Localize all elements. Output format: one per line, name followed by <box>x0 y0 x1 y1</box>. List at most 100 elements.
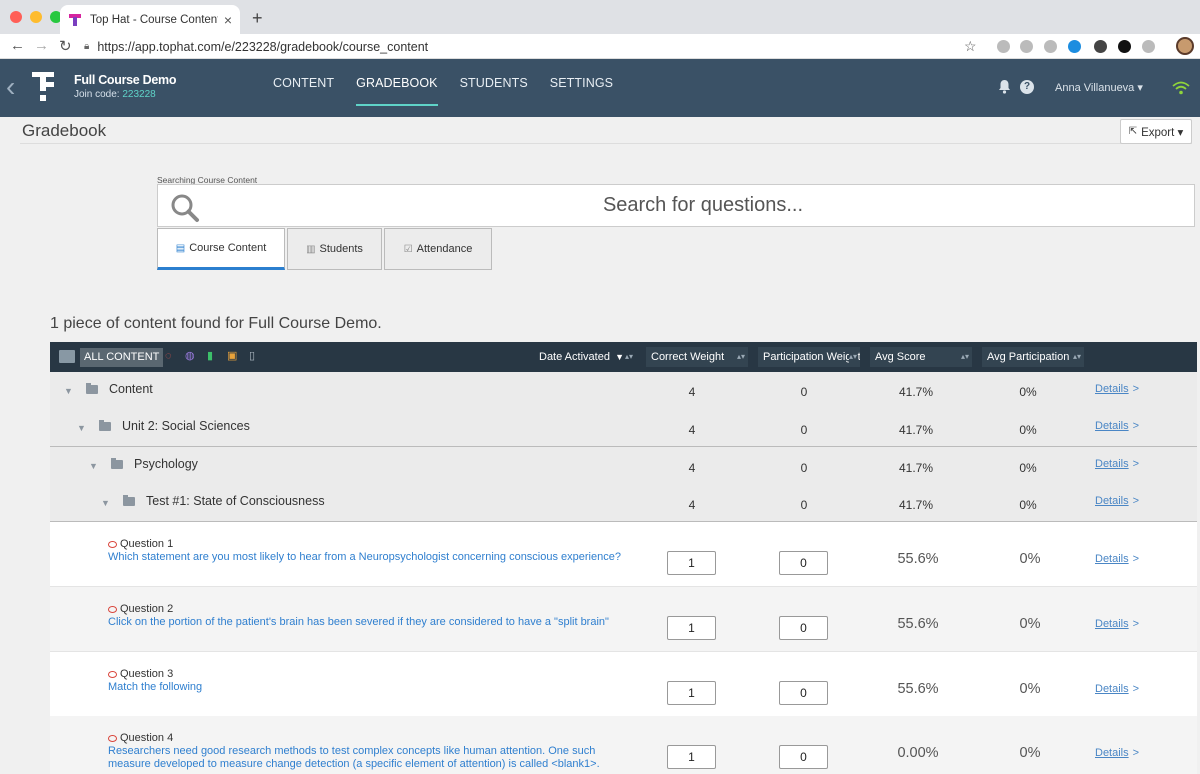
minimize-window-button[interactable] <box>30 11 42 23</box>
collapse-triangle-icon[interactable]: ▼ <box>101 498 110 508</box>
collapse-triangle-icon[interactable]: ▼ <box>64 386 73 396</box>
question-text-link[interactable]: Match the following <box>108 681 628 694</box>
extension-icon[interactable] <box>1044 40 1057 53</box>
collapse-triangle-icon[interactable]: ▼ <box>89 461 98 471</box>
export-button[interactable]: ⇱ Export ▾ <box>1120 119 1192 144</box>
nav-settings[interactable]: SETTINGS <box>550 76 613 106</box>
sort-icon: ▴▾ <box>848 347 857 367</box>
extension-icon[interactable] <box>1094 40 1107 53</box>
tab-label: Attendance <box>416 243 473 255</box>
join-label: Join code: <box>74 89 120 100</box>
participation-weight-input[interactable]: 0 <box>779 681 828 705</box>
column-avg-score[interactable]: Avg Score ▴▾ <box>870 347 972 367</box>
details-link[interactable]: Details > <box>1095 553 1139 565</box>
extension-icon[interactable] <box>1142 40 1155 53</box>
user-menu[interactable]: Anna Villanueva ▾ <box>1055 81 1143 94</box>
correct-weight-input[interactable]: 1 <box>667 616 716 640</box>
column-label: Date Activated <box>539 351 610 363</box>
profile-avatar[interactable] <box>1176 37 1194 55</box>
sort-icon: ▴▾ <box>624 352 633 361</box>
close-window-button[interactable] <box>10 11 22 23</box>
column-date-activated[interactable]: Date Activated ▼ ▴▾ <box>534 347 636 367</box>
tab-label: Course Content <box>189 242 267 254</box>
close-tab-icon[interactable]: × <box>224 12 232 28</box>
connection-status-icon <box>1172 81 1190 95</box>
details-link[interactable]: Details > <box>1095 383 1139 395</box>
group-name: Content <box>109 382 153 396</box>
avg-score: 0.00% <box>897 745 939 761</box>
chevron-right-icon: > <box>1132 683 1140 695</box>
all-content-filter-icon[interactable] <box>59 350 75 363</box>
tab-course-content[interactable]: ▤ Course Content <box>157 228 285 270</box>
question-filter-icon[interactable]: ◌ <box>165 351 177 362</box>
column-avg-participation[interactable]: Avg Participation ▴▾ <box>982 347 1084 367</box>
extension-icon[interactable] <box>997 40 1010 53</box>
details-label: Details <box>1095 618 1129 630</box>
folder-icon <box>99 420 111 431</box>
group-name: Unit 2: Social Sciences <box>122 419 250 433</box>
forward-arrow-icon[interactable]: → <box>34 37 49 54</box>
column-correct-weight[interactable]: Correct Weight ▴▾ <box>646 347 748 367</box>
tab-attendance[interactable]: ☑ Attendance <box>384 228 492 270</box>
details-link[interactable]: Details > <box>1095 495 1139 507</box>
details-link[interactable]: Details > <box>1095 683 1139 695</box>
question-text-link[interactable]: Which statement are you most likely to h… <box>108 551 628 564</box>
bookmark-filter-icon[interactable]: ▮ <box>207 351 219 362</box>
help-icon[interactable]: ? <box>1020 80 1034 94</box>
search-input[interactable] <box>218 185 1188 226</box>
avg-participation: 0% <box>1019 551 1041 567</box>
sort-icon: ▴▾ <box>960 352 969 361</box>
extension-icon[interactable] <box>1068 40 1081 53</box>
participation-weight: 0 <box>800 423 808 437</box>
discussion-filter-icon[interactable]: ◍ <box>185 351 197 362</box>
extension-icon[interactable] <box>1118 40 1131 53</box>
question-text-link[interactable]: Click on the portion of the patient's br… <box>108 616 628 629</box>
extension-icon[interactable] <box>1020 40 1033 53</box>
address-bar[interactable]: 🔒︎ https://app.tophat.com/e/223228/grade… <box>84 36 984 57</box>
correct-weight: 4 <box>688 498 696 512</box>
new-tab-button[interactable]: + <box>252 8 263 29</box>
table-row: Question 3 Match the following 1 0 55.6%… <box>50 652 1197 717</box>
back-arrow-icon[interactable]: ← <box>10 37 25 54</box>
details-link[interactable]: Details > <box>1095 747 1139 759</box>
question-bubble-icon <box>108 670 117 678</box>
all-content-filter[interactable]: ALL CONTENT <box>80 348 164 367</box>
collapse-triangle-icon[interactable]: ▼ <box>77 423 86 433</box>
participation-weight-input[interactable]: 0 <box>779 745 828 769</box>
participation-weight-input[interactable]: 0 <box>779 551 828 575</box>
avg-score: 41.7% <box>898 498 934 512</box>
nav-students[interactable]: STUDENTS <box>460 76 528 106</box>
details-label: Details <box>1095 458 1129 470</box>
nav-content[interactable]: CONTENT <box>273 76 334 106</box>
results-summary: 1 piece of content found for Full Course… <box>50 315 382 332</box>
avg-participation: 0% <box>1019 681 1041 697</box>
chevron-right-icon: > <box>1132 420 1140 432</box>
bookmark-star-icon[interactable]: ☆ <box>964 38 977 55</box>
table-row: ▼ Psychology 4 0 41.7% 0% Details > <box>50 447 1197 485</box>
details-link[interactable]: Details > <box>1095 618 1139 630</box>
participation-weight-input[interactable]: 0 <box>779 616 828 640</box>
column-label: Participation Weight <box>763 351 860 363</box>
back-chevron-icon[interactable]: ‹ <box>6 71 15 103</box>
avg-score: 41.7% <box>898 423 934 437</box>
details-label: Details <box>1095 383 1129 395</box>
participation-weight: 0 <box>800 498 808 512</box>
correct-weight-input[interactable]: 1 <box>667 681 716 705</box>
page-filter-icon[interactable]: ▯ <box>249 351 261 362</box>
browser-tab[interactable]: Top Hat - Course Content Grad × <box>60 5 240 34</box>
nav-gradebook[interactable]: GRADEBOOK <box>356 76 438 106</box>
correct-weight-input[interactable]: 1 <box>667 745 716 769</box>
chevron-right-icon: > <box>1132 383 1140 395</box>
bell-icon[interactable] <box>998 79 1011 94</box>
table-row: ▼ Unit 2: Social Sciences 4 0 41.7% 0% D… <box>50 409 1197 447</box>
details-link[interactable]: Details > <box>1095 420 1139 432</box>
details-link[interactable]: Details > <box>1095 458 1139 470</box>
column-participation-weight[interactable]: Participation Weight ▴▾ <box>758 347 860 367</box>
reload-icon[interactable]: ↻ <box>59 37 72 55</box>
question-text-link[interactable]: Researchers need good research methods t… <box>108 745 618 771</box>
correct-weight-input[interactable]: 1 <box>667 551 716 575</box>
tab-students[interactable]: ▥ Students <box>287 228 382 270</box>
avg-participation: 0% <box>1019 385 1037 399</box>
presentation-filter-icon[interactable]: ▣ <box>227 351 239 362</box>
participation-weight: 0 <box>800 385 808 399</box>
